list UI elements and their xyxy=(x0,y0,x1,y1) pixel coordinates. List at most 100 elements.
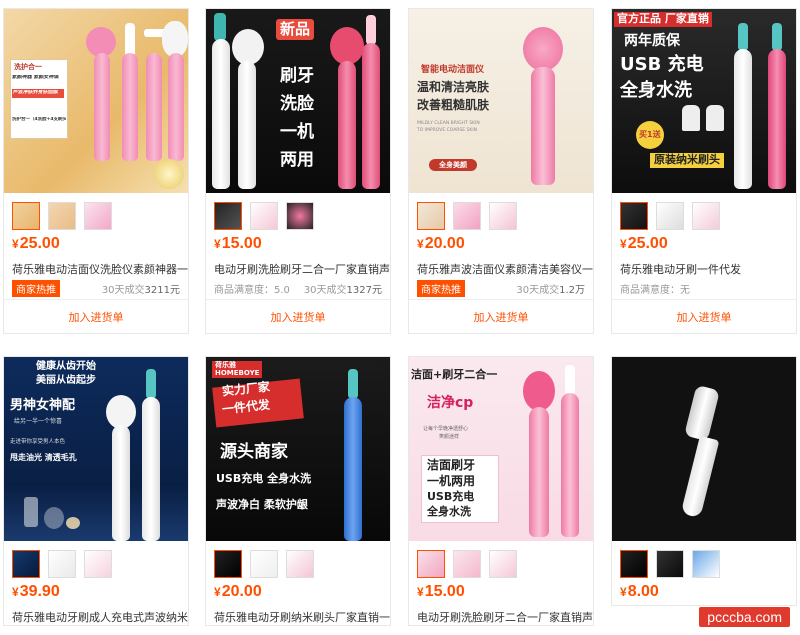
product-image-text: 声波净肤养身肤面膜 xyxy=(13,90,59,95)
satisfaction-rating: 商品满意度：无 xyxy=(620,284,690,296)
product-image[interactable]: 智能电动洁面仪 温和清洁亮肤 改善粗糙肌肤 MILDLY CLEAN BRIGH… xyxy=(409,9,593,193)
product-image-text: 洁面刷牙 xyxy=(427,458,476,472)
product-image-text: 源头商家 xyxy=(220,442,288,462)
product-title[interactable]: 荷乐雅电动牙刷一件代发 xyxy=(612,257,796,277)
product-image[interactable]: 健康从齿开始 美丽从齿起步 男神女神配 给另一半一个惊喜 走进带你享受男人本色 … xyxy=(4,357,188,541)
product-image-text: 两用 xyxy=(280,150,314,170)
product-image-text: 洗护合一 xyxy=(14,63,42,71)
product-meta: 商品满意度：无 xyxy=(612,277,796,299)
thumbnail[interactable] xyxy=(417,550,445,578)
product-price: ¥8.00 xyxy=(612,581,796,605)
product-title[interactable]: 荷乐雅电动牙刷纳米刷头厂家直销一... xyxy=(206,605,390,625)
product-title[interactable]: 电动牙刷洗脸刷牙二合一厂家直销声... xyxy=(206,257,390,277)
product-price: ¥15.00 xyxy=(206,233,390,257)
product-image-text: 洗护合一（4洗脸+4支刷头） xyxy=(12,117,66,122)
product-image-text: 新品 xyxy=(276,19,315,41)
image-text-part: 厂家直销 xyxy=(664,12,709,25)
thumbnail[interactable] xyxy=(250,202,278,230)
thumbnail[interactable] xyxy=(656,202,684,230)
thumbnail[interactable] xyxy=(84,550,112,578)
product-image-text: 走进带你享受男人本色 xyxy=(10,439,66,445)
thumbnail[interactable] xyxy=(620,550,648,578)
sales-value: 1.2万 xyxy=(559,284,585,296)
product-image-text: 给另一半一个惊喜 xyxy=(14,418,63,425)
product-card[interactable]: 荷乐雅 HOMEBOYE 实力厂家 一件代发 源头商家 USB充电 全身水洗 声波… xyxy=(205,356,391,626)
thumbnail[interactable] xyxy=(214,550,242,578)
product-card[interactable]: 洁面+刷牙二合一 洁净cp 让每个早晚净透舒心 笑颜迷样 洁面刷牙 一机两用 U… xyxy=(408,356,594,626)
add-to-cart-button[interactable]: 加入进货单 xyxy=(409,299,593,333)
thumbnail-strip xyxy=(409,541,593,581)
thumbnail[interactable] xyxy=(692,202,720,230)
thumbnail[interactable] xyxy=(417,202,445,230)
image-text-part: 官方正品 xyxy=(617,12,661,25)
price-value: 39.90 xyxy=(19,583,60,600)
product-image[interactable]: 新品 刷牙 洗脸 一机 两用 xyxy=(206,9,390,193)
sales-label: 30天成交 xyxy=(101,284,145,296)
price-value: 15.00 xyxy=(221,235,262,252)
product-title[interactable]: 荷乐雅电动洁面仪洗脸仪素颜神器一... xyxy=(4,257,188,277)
thumbnail-strip xyxy=(4,541,188,581)
product-card[interactable]: 官方正品 厂家直销 两年质保 USB 充电 全身水洗 买1送 原装纳米刷头 ¥2… xyxy=(611,8,797,334)
product-image[interactable]: 洗护合一 素颜神器 素颜女神课 声波净肤养身肤面膜 洗护合一（4洗脸+4支刷头） xyxy=(4,9,188,193)
product-image-text: 两年质保 xyxy=(624,33,680,49)
thumbnail[interactable] xyxy=(656,550,684,578)
product-meta: 商品满意度：5.0 30天成交1327元 xyxy=(206,277,390,299)
watermark: pcccba.com xyxy=(699,607,790,627)
thumbnail[interactable] xyxy=(453,202,481,230)
sales-info: 30天成交1327元 xyxy=(304,281,382,296)
thumbnail[interactable] xyxy=(48,550,76,578)
product-card[interactable]: 健康从齿开始 美丽从齿起步 男神女神配 给另一半一个惊喜 走进带你享受男人本色 … xyxy=(3,356,189,626)
product-card[interactable]: 智能电动洁面仪 温和清洁亮肤 改善粗糙肌肤 MILDLY CLEAN BRIGH… xyxy=(408,8,594,334)
thumbnail[interactable] xyxy=(214,202,242,230)
thumbnail-strip xyxy=(612,193,796,233)
product-price: ¥20.00 xyxy=(206,581,390,605)
satisfaction-rating: 商品满意度：5.0 xyxy=(214,284,290,296)
product-image-text: USB充电 全身水洗 xyxy=(216,472,312,485)
add-to-cart-button[interactable]: 加入进货单 xyxy=(4,299,188,333)
thumbnail-strip xyxy=(206,193,390,233)
thumbnail[interactable] xyxy=(12,202,40,230)
currency-symbol: ¥ xyxy=(214,585,221,599)
thumbnail[interactable] xyxy=(489,202,517,230)
product-image[interactable]: 洁面+刷牙二合一 洁净cp 让每个早晚净透舒心 笑颜迷样 洁面刷牙 一机两用 U… xyxy=(409,357,593,541)
product-grid: 洗护合一 素颜神器 素颜女神课 声波净肤养身肤面膜 洗护合一（4洗脸+4支刷头）… xyxy=(0,0,800,635)
product-price: ¥25.00 xyxy=(4,233,188,257)
product-image-text: TO IMPROVE COARSE SKIN xyxy=(417,128,478,133)
product-title[interactable]: 荷乐雅电动牙刷成人充电式声波纳米... xyxy=(4,605,188,625)
product-card[interactable]: 洗护合一 素颜神器 素颜女神课 声波净肤养身肤面膜 洗护合一（4洗脸+4支刷头）… xyxy=(3,8,189,334)
add-to-cart-button[interactable]: 加入进货单 xyxy=(612,299,796,333)
product-title[interactable]: 荷乐雅声波洁面仪素颜清洁美容仪一... xyxy=(409,257,593,277)
thumbnail[interactable] xyxy=(453,550,481,578)
product-meta: 商家热推 30天成交3211元 xyxy=(4,277,188,299)
product-image[interactable]: 官方正品 厂家直销 两年质保 USB 充电 全身水洗 买1送 原装纳米刷头 xyxy=(612,9,796,193)
thumbnail[interactable] xyxy=(48,202,76,230)
product-image-text: 官方正品 厂家直销 xyxy=(614,12,712,27)
thumbnail-strip xyxy=(4,193,188,233)
thumbnail[interactable] xyxy=(286,550,314,578)
currency-symbol: ¥ xyxy=(12,585,19,599)
brand-logo: 荷乐雅 HOMEBOYE xyxy=(212,361,263,379)
add-to-cart-button[interactable]: 加入进货单 xyxy=(206,299,390,333)
thumbnail[interactable] xyxy=(692,550,720,578)
product-image-text: USB 充电 xyxy=(620,54,704,75)
thumbnail[interactable] xyxy=(286,202,314,230)
thumbnail[interactable] xyxy=(489,550,517,578)
thumbnail[interactable] xyxy=(84,202,112,230)
product-image-text: 让每个早晚净透舒心 xyxy=(423,426,469,432)
product-card[interactable]: 新品 刷牙 洗脸 一机 两用 ¥15.00 电动牙刷洗脸刷牙二合一厂家直销声..… xyxy=(205,8,391,334)
product-image[interactable]: 荷乐雅 HOMEBOYE 实力厂家 一件代发 源头商家 USB充电 全身水洗 声波… xyxy=(206,357,390,541)
promo-badge: 商家热推 xyxy=(417,279,465,297)
thumbnail-strip xyxy=(206,541,390,581)
product-card[interactable]: ¥8.00 xyxy=(611,356,797,606)
sales-value: 1327元 xyxy=(346,284,382,296)
product-image[interactable] xyxy=(612,357,796,541)
thumbnail[interactable] xyxy=(12,550,40,578)
price-value: 8.00 xyxy=(627,583,659,600)
price-value: 25.00 xyxy=(627,235,668,252)
thumbnail[interactable] xyxy=(250,550,278,578)
thumbnail[interactable] xyxy=(620,202,648,230)
product-title[interactable]: 电动牙刷洗脸刷牙二合一厂家直销声... xyxy=(409,605,593,625)
product-image-text: 甩走油光 清透毛孔 xyxy=(10,453,77,462)
currency-symbol: ¥ xyxy=(620,237,627,251)
product-image-text: 洁净cp xyxy=(427,395,474,411)
